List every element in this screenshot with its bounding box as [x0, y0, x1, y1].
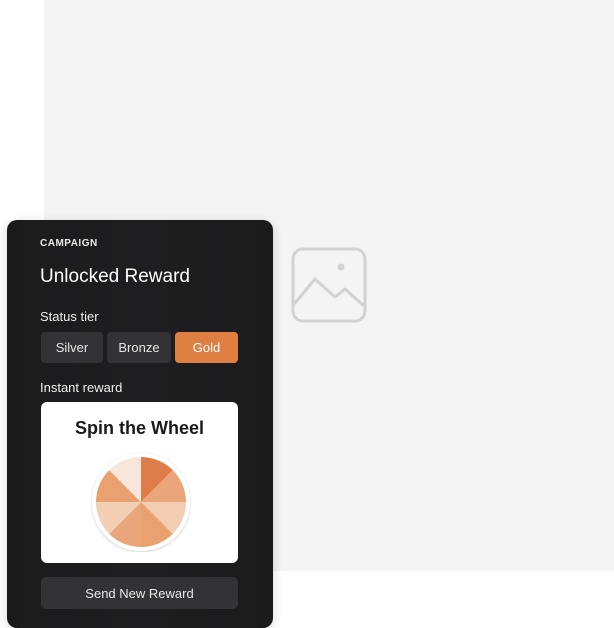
- campaign-eyebrow: CAMPAIGN: [40, 238, 98, 249]
- status-tier-label: Status tier: [40, 309, 99, 324]
- image-icon: [291, 247, 367, 323]
- reward-card: CAMPAIGN Unlocked Reward Status tier Sil…: [7, 220, 273, 628]
- send-new-reward-button[interactable]: Send New Reward: [41, 577, 238, 609]
- tier-silver-button[interactable]: Silver: [41, 332, 103, 363]
- tier-gold-button[interactable]: Gold: [175, 332, 238, 363]
- tier-selector: Silver Bronze Gold: [41, 332, 238, 363]
- reward-preview[interactable]: Spin the Wheel: [41, 402, 238, 563]
- card-title: Unlocked Reward: [40, 266, 190, 287]
- spin-wheel-icon: [92, 453, 190, 551]
- tier-bronze-button[interactable]: Bronze: [107, 332, 171, 363]
- reward-title: Spin the Wheel: [74, 418, 204, 438]
- instant-reward-label: Instant reward: [40, 380, 123, 395]
